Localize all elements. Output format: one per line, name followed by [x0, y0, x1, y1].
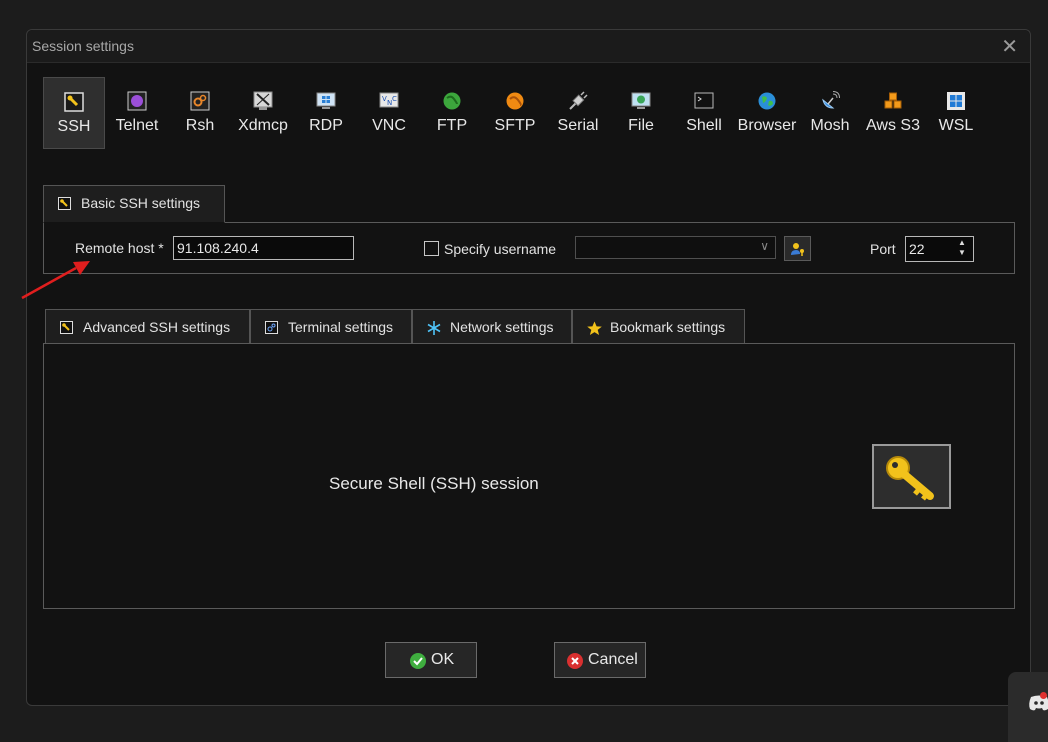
ftp-icon [442, 91, 462, 111]
close-icon[interactable]: ✕ [1001, 34, 1018, 59]
title-bar: Session settings ✕ [27, 30, 1030, 63]
cancel-x-icon [567, 653, 583, 669]
basic-settings-panel: Remote host * Specify username ∨ Port ▲ … [43, 222, 1015, 274]
protocol-mosh[interactable]: Mosh [799, 77, 861, 149]
tab-label: Bookmark settings [610, 319, 726, 335]
username-select[interactable]: ∨ [575, 236, 776, 259]
ok-button[interactable]: OK [385, 642, 477, 678]
tab-bookmark-settings[interactable]: Bookmark settings [572, 309, 745, 344]
check-icon [410, 653, 426, 669]
xdmcp-icon [253, 91, 273, 111]
session-description-panel: Secure Shell (SSH) session [43, 343, 1015, 609]
protocol-shell[interactable]: Shell [673, 77, 735, 149]
protocol-serial[interactable]: Serial [547, 77, 609, 149]
cancel-button[interactable]: Cancel [554, 642, 646, 678]
windows-icon [946, 91, 966, 111]
protocol-rdp[interactable]: RDP [295, 77, 357, 149]
protocol-label: File [628, 117, 654, 134]
tab-advanced-ssh-settings[interactable]: Advanced SSH settings [45, 309, 250, 344]
protocol-label: SSH [57, 118, 91, 135]
notification-dot [1040, 692, 1047, 699]
protocol-xdmcp[interactable]: Xdmcp [232, 77, 294, 149]
protocol-wsl[interactable]: WSL [925, 77, 987, 149]
chevron-down-icon: ∨ [760, 239, 769, 253]
key-icon [884, 452, 940, 507]
protocol-label: WSL [938, 117, 974, 134]
spin-up-icon[interactable]: ▲ [957, 238, 967, 248]
rsh-icon [190, 91, 210, 111]
globe-icon [757, 91, 777, 111]
protocol-label: VNC [372, 117, 406, 134]
protocol-label: Serial [557, 117, 599, 134]
protocol-label: Xdmcp [238, 117, 288, 134]
file-monitor-icon [631, 91, 651, 111]
remote-host-input[interactable] [173, 236, 354, 260]
tab-label: Network settings [450, 319, 554, 335]
protocol-sftp[interactable]: SFTP [484, 77, 546, 149]
vnc-icon: VNC [379, 91, 399, 111]
discord-widget[interactable] [1008, 672, 1048, 742]
cancel-label: Cancel [588, 651, 638, 668]
protocol-ftp[interactable]: FTP [421, 77, 483, 149]
specify-username-label: Specify username [444, 241, 557, 257]
rdp-icon [316, 91, 336, 111]
protocol-label: Browser [737, 117, 797, 134]
specify-username-checkbox[interactable] [424, 241, 439, 256]
ssh-key-icon [58, 197, 71, 210]
window-title: Session settings [32, 38, 134, 54]
user-manager-button[interactable] [784, 236, 811, 261]
tab-label: Terminal settings [288, 319, 394, 335]
annotation-arrow-icon [21, 261, 90, 300]
network-star-icon [427, 321, 441, 335]
protocol-label: FTP [436, 117, 468, 134]
protocol-label: Telnet [115, 117, 159, 134]
terminal-settings-icon [265, 321, 278, 334]
protocol-label: Shell [686, 117, 722, 134]
protocol-label: Mosh [810, 117, 850, 134]
protocol-vnc[interactable]: VNC VNC [358, 77, 420, 149]
telnet-icon [127, 91, 147, 111]
protocol-rsh[interactable]: Rsh [169, 77, 231, 149]
protocol-bar: SSH Telnet Rsh Xdmcp RDP V N C VNC FTP S… [43, 77, 993, 149]
serial-plug-icon [568, 91, 588, 111]
protocol-telnet[interactable]: Telnet [106, 77, 168, 149]
session-settings-dialog: Session settings ✕ SSH Telnet Rsh Xdmcp … [26, 29, 1031, 706]
satellite-icon [820, 91, 840, 111]
star-icon [587, 321, 602, 335]
tab-network-settings[interactable]: Network settings [412, 309, 572, 344]
protocol-label: Aws S3 [866, 117, 920, 134]
tab-label: Advanced SSH settings [83, 319, 231, 335]
port-label: Port [870, 241, 896, 257]
spin-down-icon[interactable]: ▼ [957, 248, 967, 258]
tab-label: Basic SSH settings [81, 195, 201, 211]
protocol-label: RDP [309, 117, 343, 134]
tab-basic-ssh-settings[interactable]: Basic SSH settings [43, 185, 225, 223]
svg-text:C: C [392, 95, 397, 103]
sftp-icon [505, 91, 525, 111]
protocol-label: Rsh [185, 117, 215, 134]
protocol-browser[interactable]: Browser [736, 77, 798, 149]
ssh-key-icon [64, 92, 84, 112]
aws-cubes-icon [883, 91, 903, 111]
protocol-file[interactable]: File [610, 77, 672, 149]
wrench-icon [60, 321, 73, 334]
protocol-ssh[interactable]: SSH [43, 77, 105, 149]
ok-label: OK [431, 651, 455, 668]
ssh-key-image [872, 444, 951, 509]
terminal-icon [694, 91, 714, 111]
session-description: Secure Shell (SSH) session [329, 474, 539, 493]
tab-terminal-settings[interactable]: Terminal settings [250, 309, 412, 344]
user-key-icon [790, 241, 806, 262]
remote-host-label: Remote host * [75, 240, 164, 256]
protocol-aws-s3[interactable]: Aws S3 [862, 77, 924, 149]
protocol-label: SFTP [494, 117, 536, 134]
